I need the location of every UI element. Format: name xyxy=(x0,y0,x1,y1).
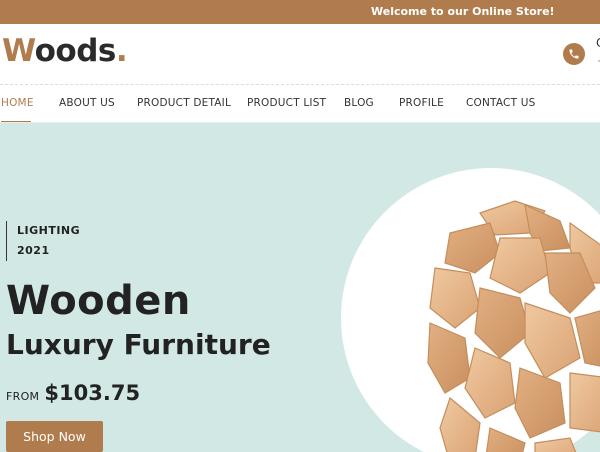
logo-text: oods xyxy=(34,33,117,69)
hero-category: LIGHTING xyxy=(17,224,81,237)
nav-item-contact-us[interactable]: CONTACT US xyxy=(466,97,535,109)
site-logo[interactable]: Woods. xyxy=(2,33,128,69)
hero-category-block: LIGHTING 2021 xyxy=(6,221,80,261)
phone-icon[interactable] xyxy=(563,43,585,65)
hero-banner: LIGHTING 2021 Wooden Luxury Furniture FR… xyxy=(0,123,600,452)
nav-item-blog[interactable]: BLOG xyxy=(344,97,374,109)
welcome-message: Welcome to our Online Store! xyxy=(371,5,555,18)
hero-subtitle: Luxury Furniture xyxy=(6,328,271,361)
shop-now-button[interactable]: Shop Now xyxy=(6,421,103,452)
price-prefix: FROM xyxy=(6,390,40,403)
logo-initial: W xyxy=(2,33,35,69)
nav-item-profile[interactable]: PROFILE xyxy=(399,97,444,109)
wooden-lamp-image xyxy=(427,200,600,452)
hero-year: 2021 xyxy=(17,244,50,257)
hero-title: Wooden xyxy=(6,278,191,324)
logo-dot: . xyxy=(115,33,128,69)
nav-item-product-list[interactable]: PRODUCT LIST xyxy=(247,97,326,109)
phone-glyph xyxy=(569,49,579,59)
nav-item-product-detail[interactable]: PRODUCT DETAIL xyxy=(137,97,231,109)
top-announcement-bar: Welcome to our Online Store! xyxy=(0,0,600,24)
contact-label-fragment: C xyxy=(596,36,600,50)
price-value: $103.75 xyxy=(44,381,141,405)
nav-item-home[interactable]: HOME xyxy=(1,97,34,109)
nav-item-about-us[interactable]: ABOUT US xyxy=(59,97,115,109)
hero-price: FROM $103.75 xyxy=(6,381,140,405)
site-header: Woods. C + xyxy=(0,24,600,85)
main-navigation: HOME ABOUT US PRODUCT DETAIL PRODUCT LIS… xyxy=(0,85,600,123)
